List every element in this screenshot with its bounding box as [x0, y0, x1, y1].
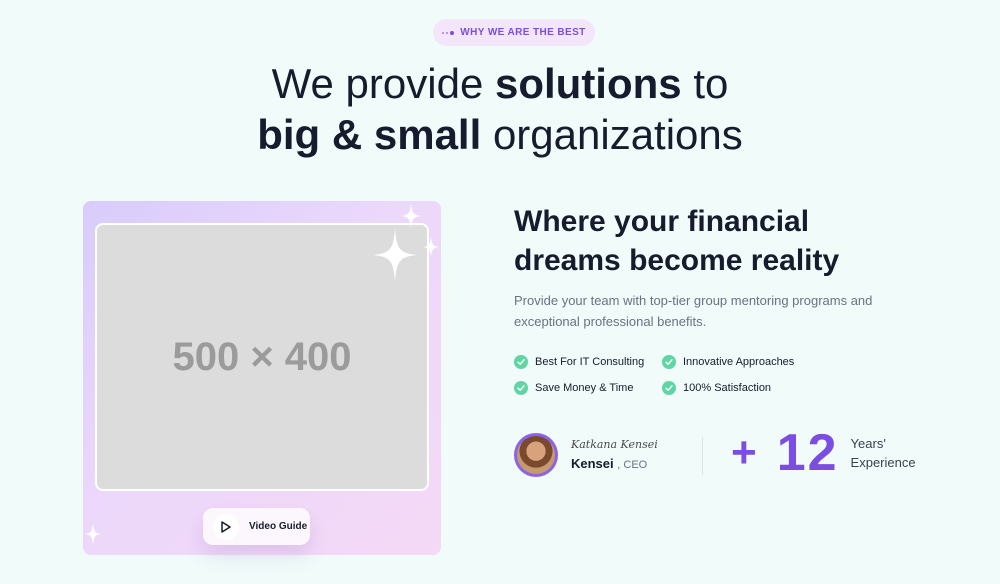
- info-title-line: dreams become reality: [514, 244, 840, 277]
- signature: Katkana Kensei: [571, 438, 658, 451]
- badge-label: WHY WE ARE THE BEST: [460, 27, 586, 38]
- play-icon: [213, 513, 239, 540]
- headline-emphasis: big & small: [257, 111, 482, 158]
- avatar: [514, 433, 558, 477]
- feature-item: Best For IT Consulting: [514, 355, 662, 369]
- check-circle-icon: [662, 381, 676, 395]
- headline-text: We provide: [271, 60, 495, 107]
- divider: [702, 437, 703, 475]
- feature-label: Innovative Approaches: [683, 356, 795, 368]
- author-role: , CEO: [617, 459, 648, 471]
- check-circle-icon: [662, 355, 676, 369]
- feature-label: Save Money & Time: [535, 382, 634, 394]
- feature-label: 100% Satisfaction: [683, 382, 772, 394]
- author-name: Kensei , CEO: [571, 456, 647, 471]
- feature-list: Best For IT Consulting Innovative Approa…: [514, 355, 844, 395]
- sparkle-icon: [423, 237, 439, 257]
- stat-prefix: +: [731, 428, 757, 477]
- feature-item: Innovative Approaches: [662, 355, 832, 369]
- info-title-line: Where your financial: [514, 205, 810, 238]
- stat-value: 12: [776, 424, 839, 482]
- headline-text: organizations: [481, 111, 743, 158]
- stat-label-line: Years': [850, 436, 886, 451]
- experience-stat: + 12 Years' Experience: [731, 425, 931, 481]
- author-block: Katkana Kensei Kensei , CEO: [514, 433, 694, 479]
- dots-icon: [442, 30, 455, 35]
- sparkle-icon: [85, 523, 101, 545]
- placeholder-label: 500 × 400: [172, 334, 352, 379]
- feature-item: Save Money & Time: [514, 381, 662, 395]
- feature-label: Best For IT Consulting: [535, 356, 645, 368]
- headline-emphasis: solutions: [494, 60, 682, 107]
- stat-label-line: Experience: [850, 455, 916, 470]
- info-title: Where your financial dreams become reali…: [514, 202, 934, 280]
- section-badge: WHY WE ARE THE BEST: [433, 19, 595, 46]
- sparkle-icon: [373, 229, 417, 281]
- author-name-text: Kensei: [571, 456, 614, 471]
- check-circle-icon: [514, 355, 528, 369]
- media-card: 500 × 400 Video Guide: [83, 201, 441, 555]
- sparkle-icon: [401, 203, 421, 229]
- check-circle-icon: [514, 381, 528, 395]
- info-description: Provide your team with top-tier group me…: [514, 293, 873, 329]
- headline-text: to: [681, 60, 729, 107]
- video-guide-label: Video Guide: [249, 521, 308, 532]
- stat-label: Years' Experience: [851, 434, 931, 472]
- feature-item: 100% Satisfaction: [662, 381, 832, 395]
- section-headline: We provide solutions to big & small orga…: [0, 58, 1000, 160]
- video-guide-button[interactable]: Video Guide: [203, 508, 310, 545]
